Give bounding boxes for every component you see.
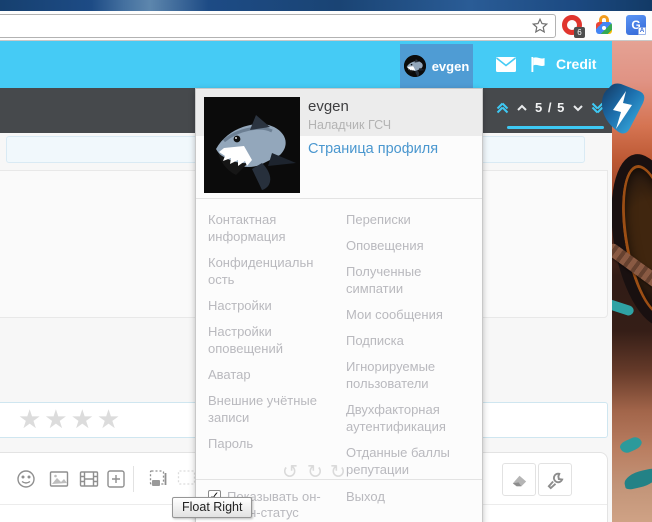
rating-stars[interactable]: ★★★★	[18, 404, 123, 435]
toolbar-separator	[133, 466, 134, 492]
menu-item-logout[interactable]: Выход	[346, 489, 385, 521]
account-dropdown: evgen Наладчик ГСЧ Страница профиля Конт…	[195, 88, 483, 522]
menu-item-my-posts[interactable]: Мои сообщения	[346, 306, 482, 323]
translate-fold-icon: A	[638, 27, 646, 35]
ghost-undo-icon: ↺	[282, 462, 298, 483]
dropdown-menu-right-column: Переписки Оповещения Полученные симпатии…	[346, 211, 482, 479]
browser-theme-strip	[0, 0, 652, 11]
flag-icon[interactable]	[529, 57, 547, 72]
erase-format-button[interactable]	[502, 463, 536, 496]
address-bar-input[interactable]	[0, 14, 556, 38]
eraser-icon	[512, 475, 527, 487]
menu-item-avatar[interactable]: Аватар	[208, 366, 320, 383]
site-header	[0, 41, 612, 88]
account-menu-button[interactable]: evgen	[400, 44, 473, 88]
float-right-tooltip: Float Right	[172, 497, 253, 518]
forum-logo-icon[interactable]	[597, 82, 647, 138]
header-username: evgen	[431, 58, 470, 74]
user-avatar-large[interactable]	[204, 97, 300, 193]
menu-item-reputation-points[interactable]: Отданные баллы репутации	[346, 444, 482, 478]
menu-item-preferences[interactable]: Настройки	[208, 297, 320, 314]
dropdown-header: evgen Наладчик ГСЧ Страница профиля	[196, 89, 482, 199]
next-page-icon[interactable]	[572, 102, 584, 114]
profile-page-link[interactable]: Страница профиля	[308, 141, 438, 157]
insert-image-icon[interactable]	[49, 469, 69, 489]
ghost-redo-icon: ↻	[307, 462, 323, 483]
dropdown-username: evgen	[308, 98, 349, 115]
menu-item-alerts[interactable]: Оповещения	[346, 237, 482, 254]
float-none-icon[interactable]	[177, 469, 197, 489]
menu-item-conversations[interactable]: Переписки	[346, 211, 482, 228]
opera-badge: 6	[574, 27, 585, 38]
dropdown-menu: Контактная информация Конфиденциальность…	[196, 199, 482, 479]
menu-item-external-accounts[interactable]: Внешние учётные записи	[208, 392, 320, 426]
first-page-icon[interactable]	[496, 101, 509, 115]
editor-settings-button[interactable]	[538, 463, 572, 496]
menu-item-two-factor[interactable]: Двухфакторная аутентификация	[346, 401, 482, 435]
lock-keyhole	[602, 26, 606, 30]
messages-envelope-icon[interactable]	[496, 57, 516, 72]
artwork-teal-accent	[612, 299, 635, 317]
scroll-progress-bar	[507, 126, 604, 129]
menu-item-password[interactable]: Пароль	[208, 435, 320, 452]
artwork-teal-accent	[622, 467, 652, 491]
credit-link[interactable]: Credit	[556, 56, 596, 72]
insert-media-icon[interactable]	[79, 469, 99, 489]
menu-item-subscription[interactable]: Подписка	[346, 332, 482, 349]
user-avatar-small	[403, 55, 426, 77]
menu-item-ignored-users[interactable]: Игнорируемые пользователи	[346, 358, 482, 392]
ghost-refresh-icon: ↻	[330, 462, 346, 483]
insert-more-icon[interactable]	[106, 469, 126, 489]
menu-item-alert-preferences[interactable]: Настройки оповещений	[208, 323, 320, 357]
menu-item-contact-info[interactable]: Контактная информация	[208, 211, 320, 245]
page-navigation: 5 / 5	[496, 100, 604, 115]
dropdown-menu-left-column: Контактная информация Конфиденциальность…	[208, 211, 320, 479]
smiley-icon[interactable]	[16, 469, 36, 489]
menu-item-likes-received[interactable]: Полученные симпатии	[346, 263, 482, 297]
bookmark-star-icon[interactable]	[531, 17, 549, 35]
prev-page-icon[interactable]	[516, 102, 528, 114]
float-left-icon[interactable]	[149, 469, 169, 489]
dropdown-user-title: Наладчик ГСЧ	[308, 118, 392, 132]
vpn-lock-extension-icon[interactable]	[596, 15, 614, 35]
artwork-teal-accent	[618, 435, 644, 455]
wrench-icon	[547, 472, 564, 490]
menu-item-privacy[interactable]: Конфиденциальность	[208, 254, 320, 288]
pager-count: 5 / 5	[535, 100, 566, 115]
